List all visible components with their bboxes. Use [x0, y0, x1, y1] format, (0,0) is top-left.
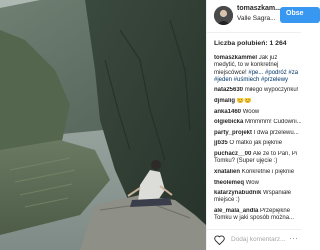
comment-text: Woow	[242, 108, 260, 115]
comment-item: olgiebicka Mmmmm! Cudowni...	[214, 119, 301, 126]
heart-icon[interactable]	[214, 235, 225, 245]
comment-username[interactable]: tomaszkammel	[214, 55, 257, 61]
likes-count[interactable]: Liczba polubień: 1 264	[214, 40, 287, 47]
comment-text: miłego wypoczynku!	[244, 87, 299, 94]
post-footer: Dodaj komentarz... ⋯	[207, 229, 301, 250]
comment-username[interactable]: nata25630	[214, 87, 243, 93]
add-comment-input[interactable]: Dodaj komentarz...	[231, 236, 286, 243]
post-username[interactable]: tomaszkam...	[237, 5, 281, 12]
post-location[interactable]: Valle Sagra...	[237, 15, 276, 22]
comment-username[interactable]: ale_mala_andla	[214, 208, 258, 214]
comment-username[interactable]: djmalig	[214, 98, 235, 104]
comment-username[interactable]: jjb35	[214, 140, 228, 146]
comment-username[interactable]: puchacz__00	[214, 151, 251, 157]
comment-username[interactable]: party_projekt	[214, 130, 252, 136]
comment-item: anka1460 Woow	[214, 109, 301, 116]
comment-item: xnatalien Konkretnie i pięknie	[214, 169, 301, 176]
comments-list: tomaszkammel Jak już medytić, to w konkr…	[214, 55, 301, 226]
comment-username[interactable]: olgiebicka	[214, 119, 243, 125]
comment-item: puchacz__00 Ale ze to Pan, Pi Tomku? (Su…	[214, 151, 301, 166]
comment-username[interactable]: katarzynabudnik	[214, 190, 261, 196]
comment-item: katarzynabudnik Wspaniałe miejsce :)	[214, 190, 301, 205]
more-options-icon[interactable]: ⋯	[289, 233, 298, 244]
comment-text: O matko jak pięknie	[229, 140, 283, 147]
post-sidebar: tomaszkam... Valle Sagra... Obse Liczba …	[206, 0, 320, 250]
comment-username[interactable]: xnatalien	[214, 169, 240, 175]
comment-text: 😊😊	[236, 98, 252, 105]
post-photo[interactable]	[0, 0, 206, 250]
comment-text: I dwa przelewu...	[253, 129, 299, 136]
post-header: tomaszkam... Valle Sagra... Obse	[207, 0, 320, 33]
comment-item: tomaszkammel Jak już medytić, to w konkr…	[214, 55, 301, 84]
comment-item: jjb35 O matko jak pięknie	[214, 140, 301, 147]
comment-username[interactable]: anka1460	[214, 109, 241, 115]
comment-item: party_projekt I dwa przelewu...	[214, 130, 301, 137]
comment-item: ale_mala_andla Przepiękne Tomku w jaki s…	[214, 208, 301, 223]
comment-text: Konkretnie i pięknie	[241, 168, 295, 175]
comment-text: Wow	[245, 179, 259, 186]
comment-item: theolemeq Wow	[214, 180, 301, 187]
comment-text: Mmmmm! Cudowni...	[245, 119, 301, 126]
comment-item: djmalig 😊😊	[214, 98, 301, 105]
mountain-meditation-photo	[0, 0, 206, 250]
comment-username[interactable]: theolemeq	[214, 180, 244, 186]
avatar-image	[214, 6, 233, 25]
follow-button[interactable]: Obse	[280, 7, 320, 23]
avatar[interactable]	[214, 6, 233, 25]
comment-item: nata25630 miłego wypoczynku!	[214, 87, 301, 94]
